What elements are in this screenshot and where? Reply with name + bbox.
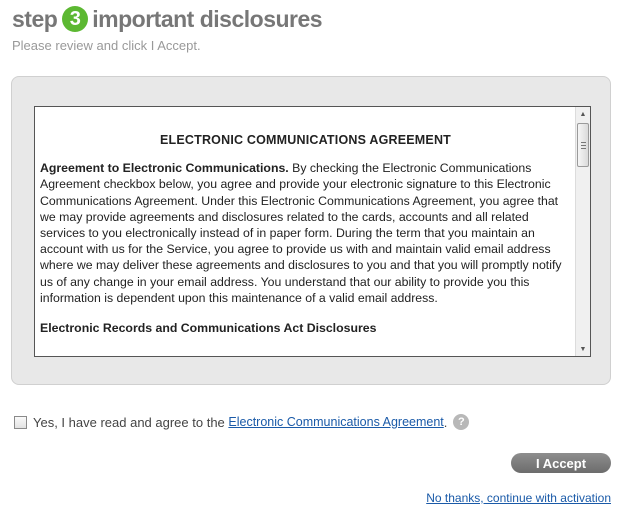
scroll-thumb[interactable] <box>577 123 589 167</box>
thumb-grip-icon <box>581 145 586 146</box>
agreement-scroll-box[interactable]: ELECTRONIC COMMUNICATIONS AGREEMENT Agre… <box>34 106 591 357</box>
step-label: step <box>12 5 58 32</box>
section-heading: Electronic Records and Communications Ac… <box>40 321 377 336</box>
page-subtitle: Please review and click I Accept. <box>12 38 201 53</box>
paragraph-heading: Agreement to Electronic Communications. <box>40 161 289 176</box>
consent-label-suffix: . <box>443 414 448 430</box>
page-heading: step 3 important disclosures <box>12 4 323 34</box>
accept-button[interactable]: I Accept <box>511 453 611 473</box>
no-thanks-link[interactable]: No thanks, continue with activation <box>426 491 611 505</box>
vertical-scrollbar[interactable]: ▲ ▼ <box>575 107 590 356</box>
thumb-grip-icon <box>581 142 586 143</box>
agreement-content: ELECTRONIC COMMUNICATIONS AGREEMENT Agre… <box>35 107 575 356</box>
agreement-link[interactable]: Electronic Communications Agreement <box>228 415 443 429</box>
question-icon[interactable]: ? <box>453 414 470 430</box>
scroll-down-arrow-icon[interactable]: ▼ <box>576 342 590 356</box>
consent-row: Yes, I have read and agree to the Electr… <box>14 414 470 430</box>
page-title: important disclosures <box>92 5 323 32</box>
step-number-badge: 3 <box>62 6 89 32</box>
agreement-title: ELECTRONIC COMMUNICATIONS AGREEMENT <box>159 133 452 147</box>
agreement-paragraph: Agreement to Electronic Communications. … <box>40 160 571 306</box>
scroll-up-arrow-icon[interactable]: ▲ <box>576 107 590 121</box>
consent-label: Yes, I have read and agree to the <box>33 414 229 430</box>
disclosure-panel: ELECTRONIC COMMUNICATIONS AGREEMENT Agre… <box>11 76 611 385</box>
thumb-grip-icon <box>581 148 586 149</box>
agree-checkbox[interactable] <box>14 415 27 429</box>
paragraph-body: By checking the Electronic Communication… <box>40 161 562 305</box>
